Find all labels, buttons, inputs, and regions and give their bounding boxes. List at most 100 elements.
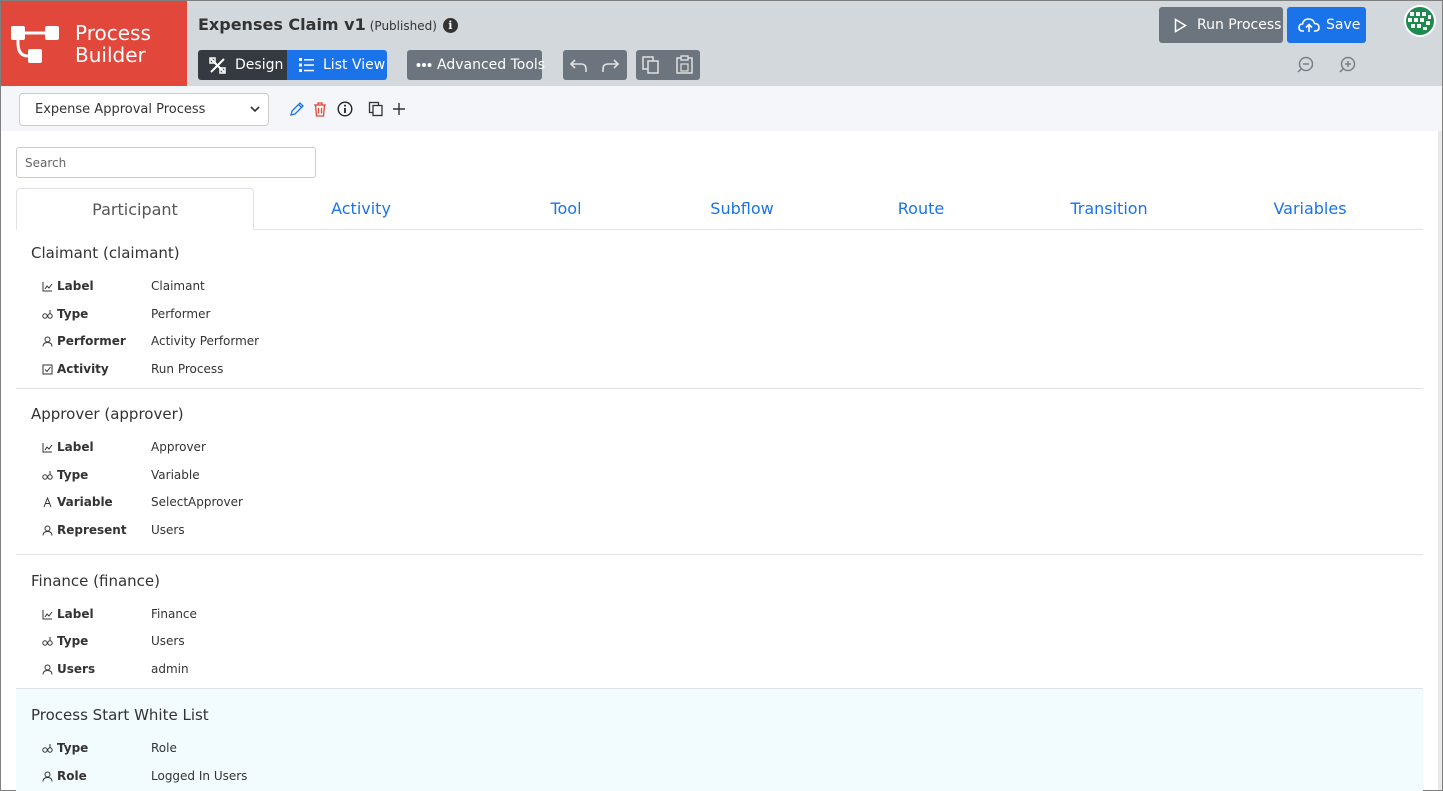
run-process-button[interactable]: Run Process (1159, 7, 1283, 43)
label-icon (42, 282, 53, 292)
zoom-in-icon[interactable] (1337, 55, 1357, 75)
brand-logo-area[interactable]: Process Builder (1, 1, 187, 86)
type-icon (42, 310, 53, 319)
checkbox-icon (42, 364, 53, 375)
section-title: Process Start White List (31, 706, 209, 724)
row-label: Type (57, 741, 89, 755)
tab-route[interactable]: Route (861, 188, 981, 230)
tab-tool[interactable]: Tool (516, 188, 616, 230)
design-tools-icon (209, 57, 226, 74)
row-label: Activity (57, 362, 109, 376)
row-label: Performer (57, 334, 126, 348)
advanced-tools-label: Advanced Tools (437, 57, 546, 73)
row-value: Activity Performer (151, 334, 260, 348)
undo-redo-group (563, 50, 627, 80)
user-icon (42, 664, 53, 675)
type-icon (42, 637, 53, 646)
row-label: Label (57, 607, 94, 621)
brand-name-line1: Process (75, 21, 151, 45)
row-value: Run Process (151, 362, 224, 376)
info-icon[interactable]: i (442, 18, 458, 33)
copy-icon[interactable] (642, 56, 660, 74)
row-label: Users (57, 662, 96, 676)
search-input[interactable] (16, 147, 316, 178)
page-title: Expenses Claim v1 (Published) i (198, 15, 458, 34)
user-avatar[interactable] (1404, 5, 1436, 37)
type-icon (42, 744, 53, 753)
chevron-down-icon (250, 106, 260, 113)
design-label: Design (235, 57, 284, 73)
section-title: Approver (approver) (31, 405, 184, 423)
vertical-scrollbar[interactable] (1438, 131, 1442, 790)
row-value: Variable (151, 468, 200, 482)
row-label: Variable (57, 495, 113, 509)
duplicate-icon[interactable] (368, 101, 384, 117)
tab-activity[interactable]: Activity (291, 188, 431, 230)
save-label: Save (1326, 17, 1361, 33)
row-label: Type (57, 468, 89, 482)
add-plus-icon[interactable] (391, 101, 407, 117)
edit-pencil-icon[interactable] (289, 101, 305, 117)
row-value: Approver (151, 440, 206, 454)
element-tabs: Participant Activity Tool Subflow Route … (16, 188, 1423, 230)
row-value: Users (151, 523, 185, 537)
tab-participant[interactable]: Participant (16, 188, 254, 230)
brand-name: Process Builder (75, 22, 151, 66)
row-value: admin (151, 662, 189, 676)
run-process-label: Run Process (1197, 17, 1282, 33)
row-label: Represent (57, 523, 127, 537)
cloud-upload-icon (1298, 18, 1320, 32)
advanced-tools-button[interactable]: Advanced Tools (407, 50, 546, 80)
delete-trash-icon[interactable] (312, 101, 328, 117)
participant-finance[interactable]: Finance (finance) Label Finance Type Use… (16, 555, 1423, 689)
copy-paste-group (636, 50, 700, 80)
paste-icon[interactable] (676, 55, 693, 74)
label-icon (42, 443, 53, 453)
avatar-pattern-icon (1408, 12, 1431, 30)
row-label: Label (57, 440, 94, 454)
save-button[interactable]: Save (1287, 7, 1366, 43)
row-value: Logged In Users (151, 769, 248, 783)
process-builder-logo-icon (11, 26, 59, 63)
participant-claimant[interactable]: Claimant (claimant) Label Claimant Type … (16, 230, 1423, 389)
user-icon (42, 771, 53, 782)
section-title: Claimant (claimant) (31, 244, 180, 262)
list-icon (299, 58, 314, 72)
design-button[interactable]: Design (198, 50, 287, 80)
process-start-white-list[interactable]: Process Start White List Type Role Role … (16, 689, 1423, 791)
list-view-label: List View (323, 57, 386, 73)
type-icon (42, 471, 53, 480)
row-label: Label (57, 279, 94, 293)
row-label: Role (57, 769, 87, 783)
publish-status: (Published) (369, 19, 437, 33)
row-value: Finance (151, 607, 197, 621)
brand-name-line2: Builder (75, 43, 146, 67)
row-value: SelectApprover (151, 495, 243, 509)
section-title: Finance (finance) (31, 572, 160, 590)
row-value: Role (151, 741, 177, 755)
tab-variables[interactable]: Variables (1250, 188, 1370, 230)
tab-subflow[interactable]: Subflow (682, 188, 802, 230)
variable-icon (43, 497, 52, 508)
top-header: Process Builder Expenses Claim v1 (Publis… (1, 1, 1442, 86)
row-value: Users (151, 634, 185, 648)
user-icon (42, 336, 53, 347)
list-view-button[interactable]: List View (287, 50, 387, 80)
more-dots-icon (416, 63, 432, 67)
row-value: Claimant (151, 279, 205, 293)
process-select[interactable]: Expense Approval Process (19, 93, 269, 126)
row-label: Type (57, 307, 89, 321)
row-label: Type (57, 634, 89, 648)
play-icon (1174, 18, 1187, 33)
undo-icon[interactable] (569, 56, 588, 74)
label-icon (42, 610, 53, 620)
info-outline-icon[interactable] (337, 101, 353, 117)
user-icon (42, 525, 53, 536)
zoom-out-icon[interactable] (1297, 55, 1317, 75)
tab-transition[interactable]: Transition (1049, 188, 1169, 230)
redo-icon[interactable] (601, 56, 620, 74)
process-select-value: Expense Approval Process (35, 102, 206, 117)
process-title: Expenses Claim v1 (198, 15, 366, 34)
participant-approver[interactable]: Approver (approver) Label Approver Type … (16, 389, 1423, 555)
row-value: Performer (151, 307, 211, 321)
